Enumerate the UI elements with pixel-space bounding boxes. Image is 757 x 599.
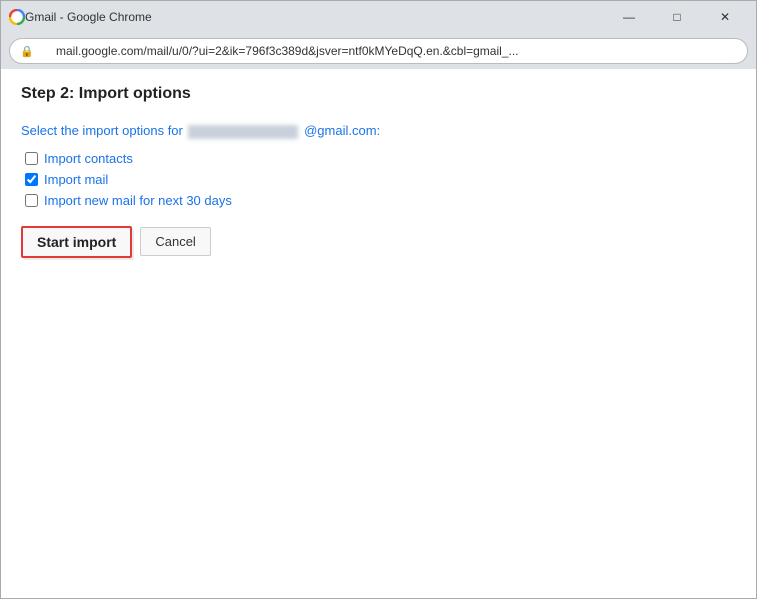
- checkbox-row-mail: Import mail: [25, 172, 736, 187]
- address-bar: 🔒 mail.google.com/mail/u/0/?ui=2&ik=796f…: [1, 33, 756, 69]
- window-title: Gmail - Google Chrome: [25, 10, 598, 24]
- close-button[interactable]: ✕: [702, 3, 748, 31]
- checkbox-row-new-mail: Import new mail for next 30 days: [25, 193, 736, 208]
- title-bar: Gmail - Google Chrome — □ ✕: [1, 1, 756, 33]
- email-blurred: [188, 125, 298, 139]
- intro-prefix: Select the import options for: [21, 123, 186, 138]
- import-mail-checkbox[interactable]: [25, 173, 38, 186]
- checkboxes-group: Import contacts Import mail Import new m…: [25, 151, 736, 208]
- intro-suffix: @gmail.com:: [304, 123, 380, 138]
- import-contacts-checkbox[interactable]: [25, 152, 38, 165]
- cancel-button[interactable]: Cancel: [140, 227, 210, 256]
- maximize-button[interactable]: □: [654, 3, 700, 31]
- import-mail-label[interactable]: Import mail: [44, 172, 108, 187]
- window-controls: — □ ✕: [606, 3, 748, 31]
- address-input[interactable]: 🔒 mail.google.com/mail/u/0/?ui=2&ik=796f…: [9, 38, 748, 64]
- lock-icon: 🔒: [20, 45, 34, 58]
- page-title: Step 2: Import options: [21, 85, 736, 103]
- address-text: mail.google.com/mail/u/0/?ui=2&ik=796f3c…: [38, 44, 519, 58]
- page-content: Step 2: Import options Select the import…: [1, 69, 756, 598]
- minimize-button[interactable]: —: [606, 3, 652, 31]
- start-import-button[interactable]: Start import: [21, 226, 132, 258]
- import-contacts-label[interactable]: Import contacts: [44, 151, 133, 166]
- chrome-window: Gmail - Google Chrome — □ ✕ 🔒 mail.googl…: [0, 0, 757, 599]
- checkbox-row-contacts: Import contacts: [25, 151, 736, 166]
- button-row: Start import Cancel: [21, 226, 736, 258]
- import-new-mail-label[interactable]: Import new mail for next 30 days: [44, 193, 232, 208]
- favicon-icon: [9, 9, 25, 25]
- import-intro: Select the import options for @gmail.com…: [21, 123, 736, 139]
- import-new-mail-checkbox[interactable]: [25, 194, 38, 207]
